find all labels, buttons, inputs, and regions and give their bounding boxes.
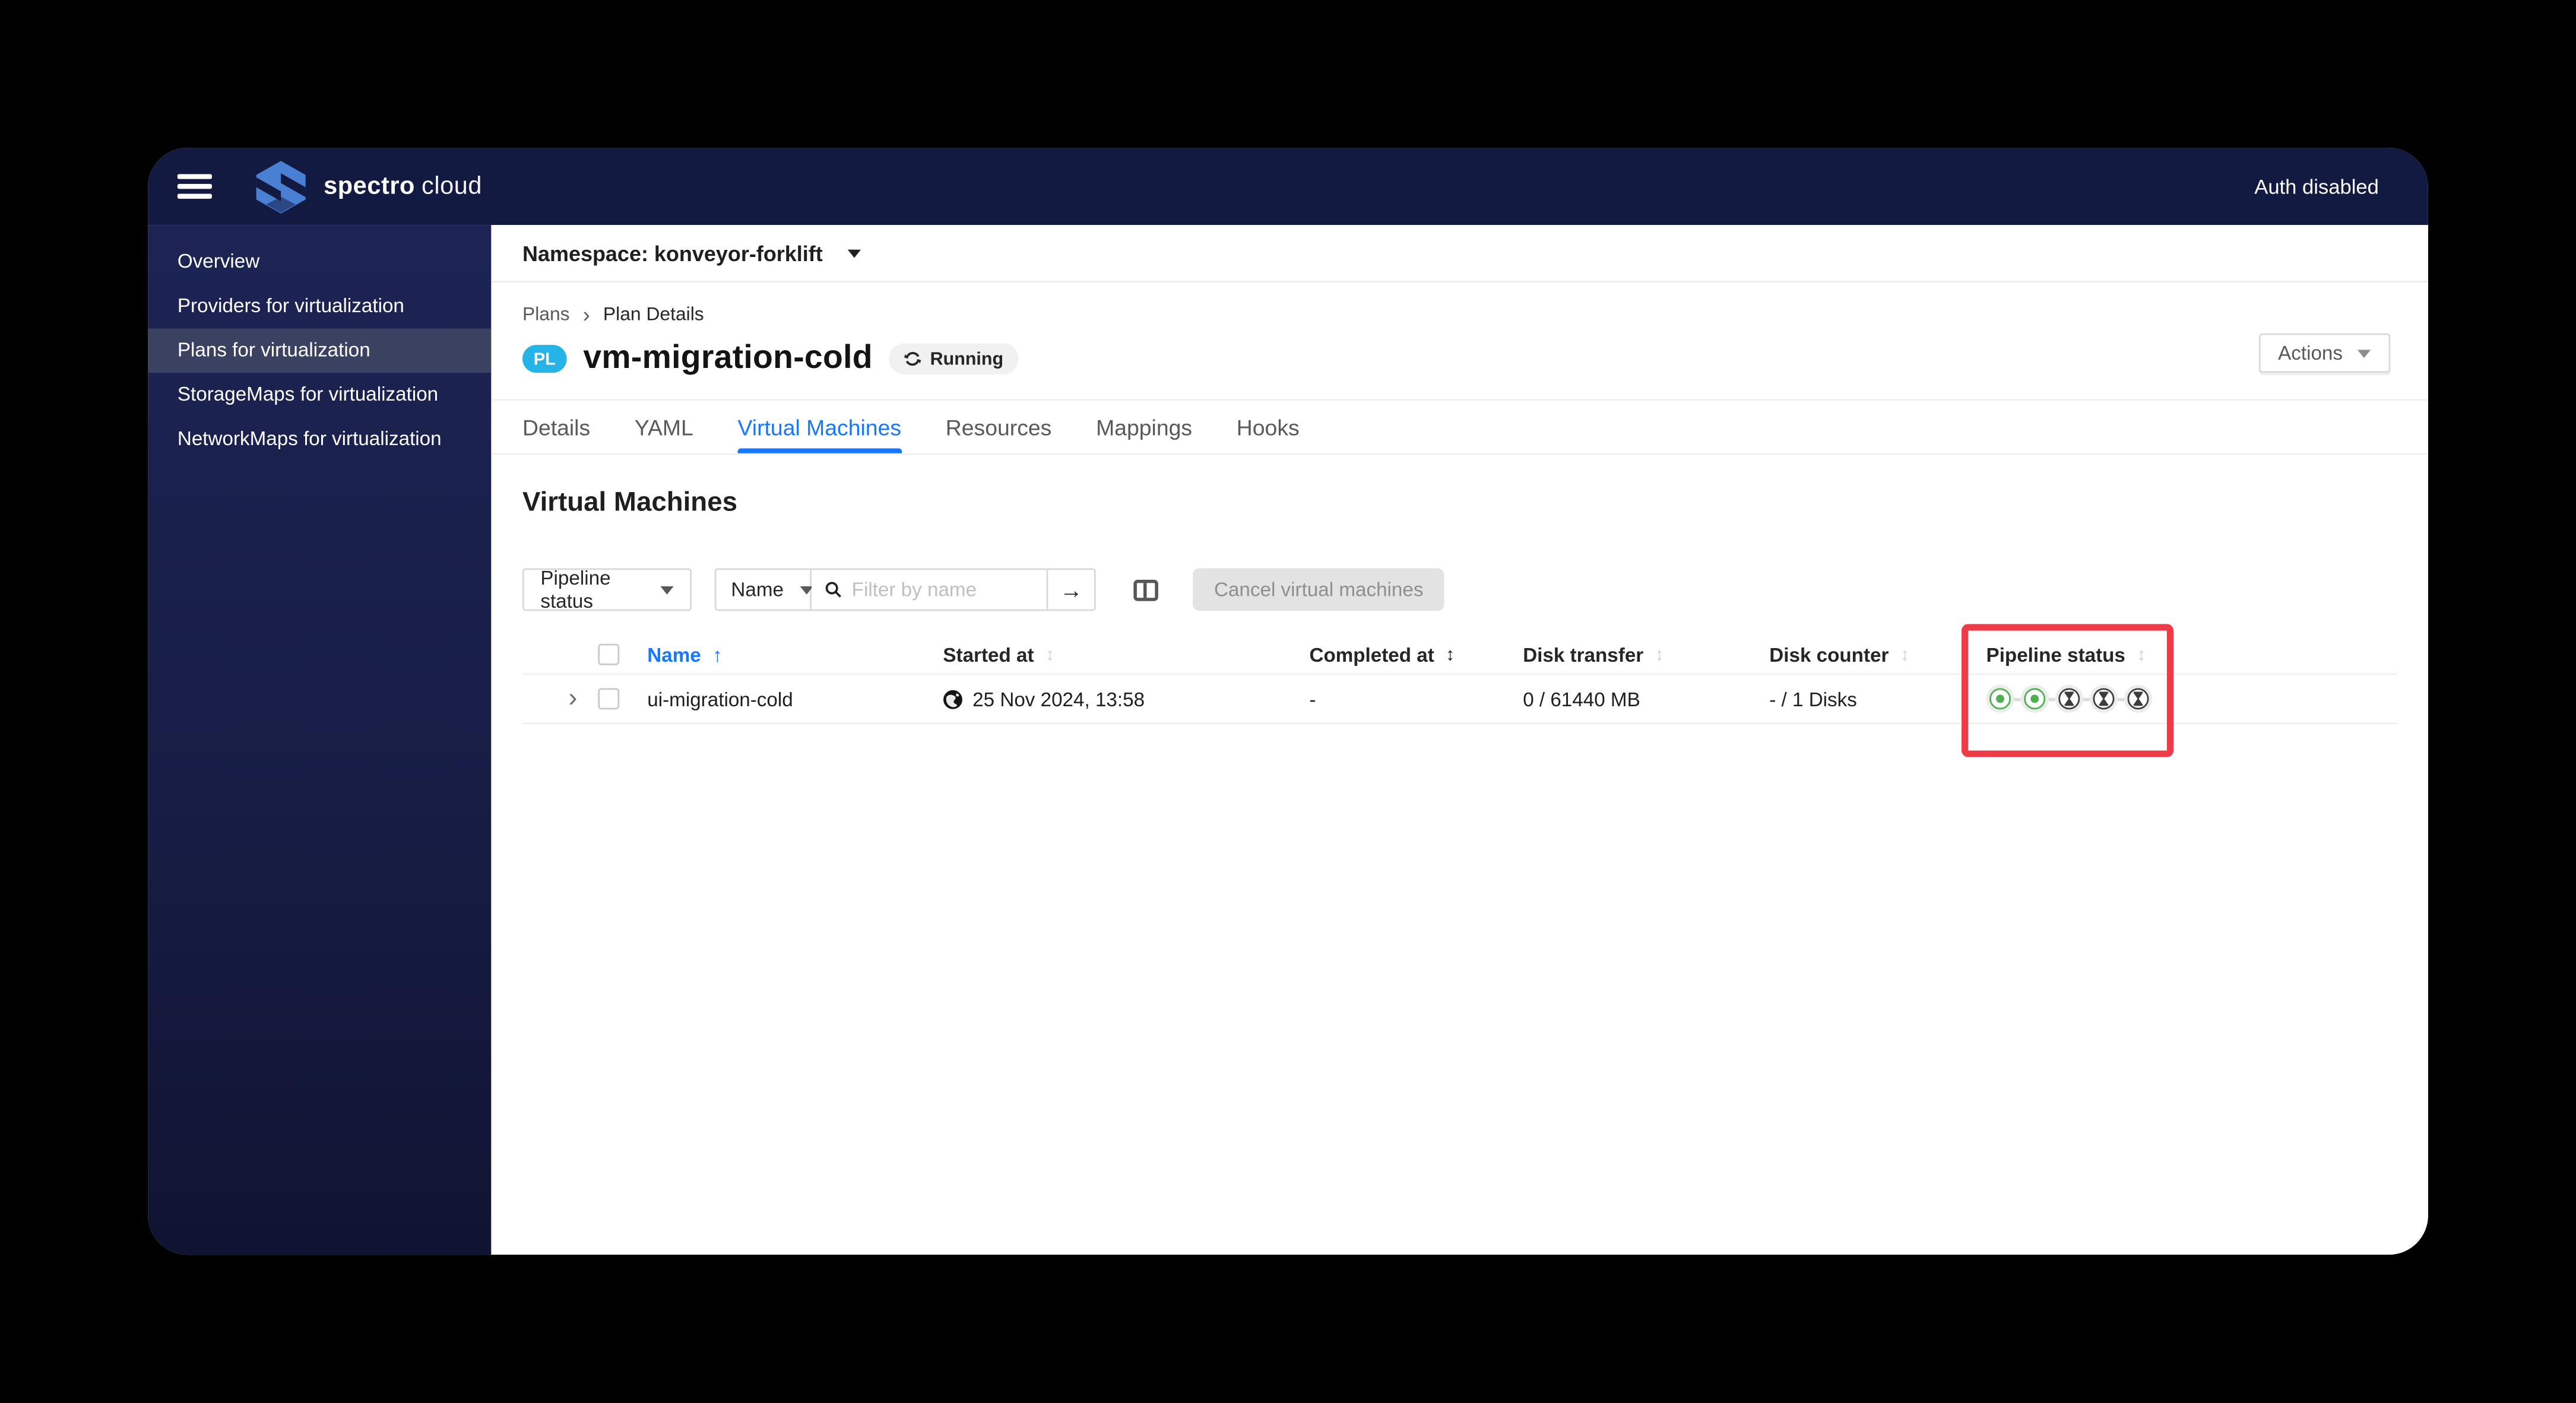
virtual-machines-table: Name ↑ Started at ↕ Completed at ↕ Disk … [522,636,2397,725]
column-header-disk-transfer[interactable]: Disk transfer ↕ [1523,643,1769,666]
top-bar: spectro cloud Auth disabled [148,148,2428,226]
brand-text: spectro cloud [324,173,482,201]
actions-button[interactable]: Actions [2258,333,2391,373]
column-label: Disk counter [1769,643,1889,666]
column-header-completed-at[interactable]: Completed at ↕ [1309,643,1523,666]
chevron-down-icon [660,585,674,594]
search-icon [825,582,841,598]
tab-bar: Details YAML Virtual Machines Resources … [491,399,2428,455]
tab-content: Virtual Machines Pipeline status Name Fi… [491,455,2428,1255]
sort-ascending-icon: ↑ [712,643,723,666]
pipeline-step-pending-icon[interactable] [2055,684,2083,713]
globe-icon [943,689,962,709]
actions-label: Actions [2278,341,2343,365]
pipeline-status-steps [1986,684,2153,713]
column-header-started-at[interactable]: Started at ↕ [943,643,1309,666]
column-header-name[interactable]: Name ↑ [647,643,943,666]
plan-kind-badge: PL [522,345,567,373]
tab-mappings[interactable]: Mappings [1096,401,1192,453]
filter-toolbar: Pipeline status Name Filter by name → Ca… [522,566,2397,613]
pipeline-status-filter-dropdown[interactable]: Pipeline status [522,566,692,613]
namespace-bar: Namespace: konveyor-forklift [491,225,2428,282]
spectro-cloud-logo-icon [253,158,309,214]
sort-icon: ↕ [2137,645,2146,665]
breadcrumb-plan-details: Plan Details [603,304,704,325]
row-checkbox[interactable] [598,688,620,710]
tab-details[interactable]: Details [522,401,590,453]
sidebar-item-plans[interactable]: Plans for virtualization [148,328,492,373]
pipeline-step-pending-icon[interactable] [2089,684,2118,713]
pipeline-status-filter-label: Pipeline status [540,566,611,613]
tab-yaml[interactable]: YAML [635,401,693,453]
sort-icon: ↕ [1655,645,1664,665]
hamburger-menu-icon[interactable] [177,174,212,199]
pipeline-step-pending-icon[interactable] [2124,684,2153,713]
section-title: Virtual Machines [522,487,737,518]
search-group: Name → [714,568,1096,611]
sidebar-item-providers[interactable]: Providers for virtualization [148,284,491,329]
tab-virtual-machines[interactable]: Virtual Machines [737,401,901,453]
manage-columns-icon[interactable] [1133,579,1158,601]
search-submit-button[interactable]: → [1046,568,1096,611]
cell-disk-counter: - / 1 Disks [1769,687,1857,710]
search-field-label: Name [731,578,784,601]
table-row: › ui-migration-cold 25 Nov 2024, 13:58 -… [522,675,2397,725]
namespace-selector[interactable]: Namespace: konveyor-forklift [522,240,823,265]
sidebar-item-networkmaps[interactable]: NetworkMaps for virtualization [148,417,491,462]
cell-started-at: 25 Nov 2024, 13:58 [943,687,1309,710]
status-badge: Running [889,343,1019,374]
breadcrumb-separator-icon: › [582,302,590,327]
brand-secondary: cloud [422,172,483,201]
pipeline-connector [2048,697,2055,701]
search-box [811,568,1047,611]
app-window: spectro cloud Auth disabled Overview Prov… [148,148,2428,1255]
pipeline-connector [2117,697,2124,701]
cell-disk-transfer: 0 / 61440 MB [1523,687,1640,710]
cell-name[interactable]: ui-migration-cold [647,687,943,710]
sidebar-item-overview[interactable]: Overview [148,240,491,284]
pipeline-connector [2014,697,2021,701]
status-label: Running [930,349,1004,369]
breadcrumb: Plans › Plan Details [522,304,2397,325]
main-area: Namespace: konveyor-forklift Plans › Pla… [491,225,2428,1255]
column-label: Disk transfer [1523,643,1644,666]
breadcrumb-plans[interactable]: Plans [522,304,570,324]
sidebar-item-storagemaps[interactable]: StorageMaps for virtualization [148,373,491,417]
pipeline-step-completed-icon[interactable] [2020,684,2049,713]
plan-header: Plans › Plan Details PL vm-migration-col… [491,282,2428,377]
select-all-checkbox[interactable] [598,643,620,665]
column-label: Completed at [1309,643,1434,666]
brand-primary: spectro [324,172,415,201]
table-header-row: Name ↑ Started at ↕ Completed at ↕ Disk … [522,636,2397,675]
column-label: Started at [943,643,1034,666]
column-label: Pipeline status [1986,643,2125,666]
tab-resources[interactable]: Resources [946,401,1052,453]
column-header-disk-counter[interactable]: Disk counter ↕ [1769,643,1986,666]
tab-hooks[interactable]: Hooks [1237,401,1300,453]
auth-status: Auth disabled [2254,174,2379,198]
page-title: vm-migration-cold [583,339,873,376]
search-input[interactable] [851,578,1034,601]
sort-icon: ↕ [1446,645,1455,665]
pipeline-connector [2083,697,2090,701]
search-field-dropdown[interactable]: Name [714,568,813,611]
screen: spectro cloud Auth disabled Overview Prov… [0,0,2576,1402]
sort-icon: ↕ [1900,645,1910,665]
row-expand-icon[interactable]: › [522,685,598,712]
chevron-down-icon[interactable] [847,249,861,258]
cell-completed-at: - [1309,687,1316,710]
cancel-virtual-machines-button[interactable]: Cancel virtual machines [1192,568,1445,611]
pipeline-step-completed-icon[interactable] [1986,684,2014,713]
chevron-down-icon [2357,349,2371,357]
started-at-value: 25 Nov 2024, 13:58 [972,687,1145,710]
sidebar: Overview Providers for virtualization Pl… [148,225,492,1255]
sort-icon: ↕ [1045,645,1055,665]
cell-pipeline-status [1986,684,2397,713]
column-header-pipeline-status[interactable]: Pipeline status ↕ [1986,643,2397,666]
sync-icon [904,352,921,366]
column-label: Name [647,643,701,666]
